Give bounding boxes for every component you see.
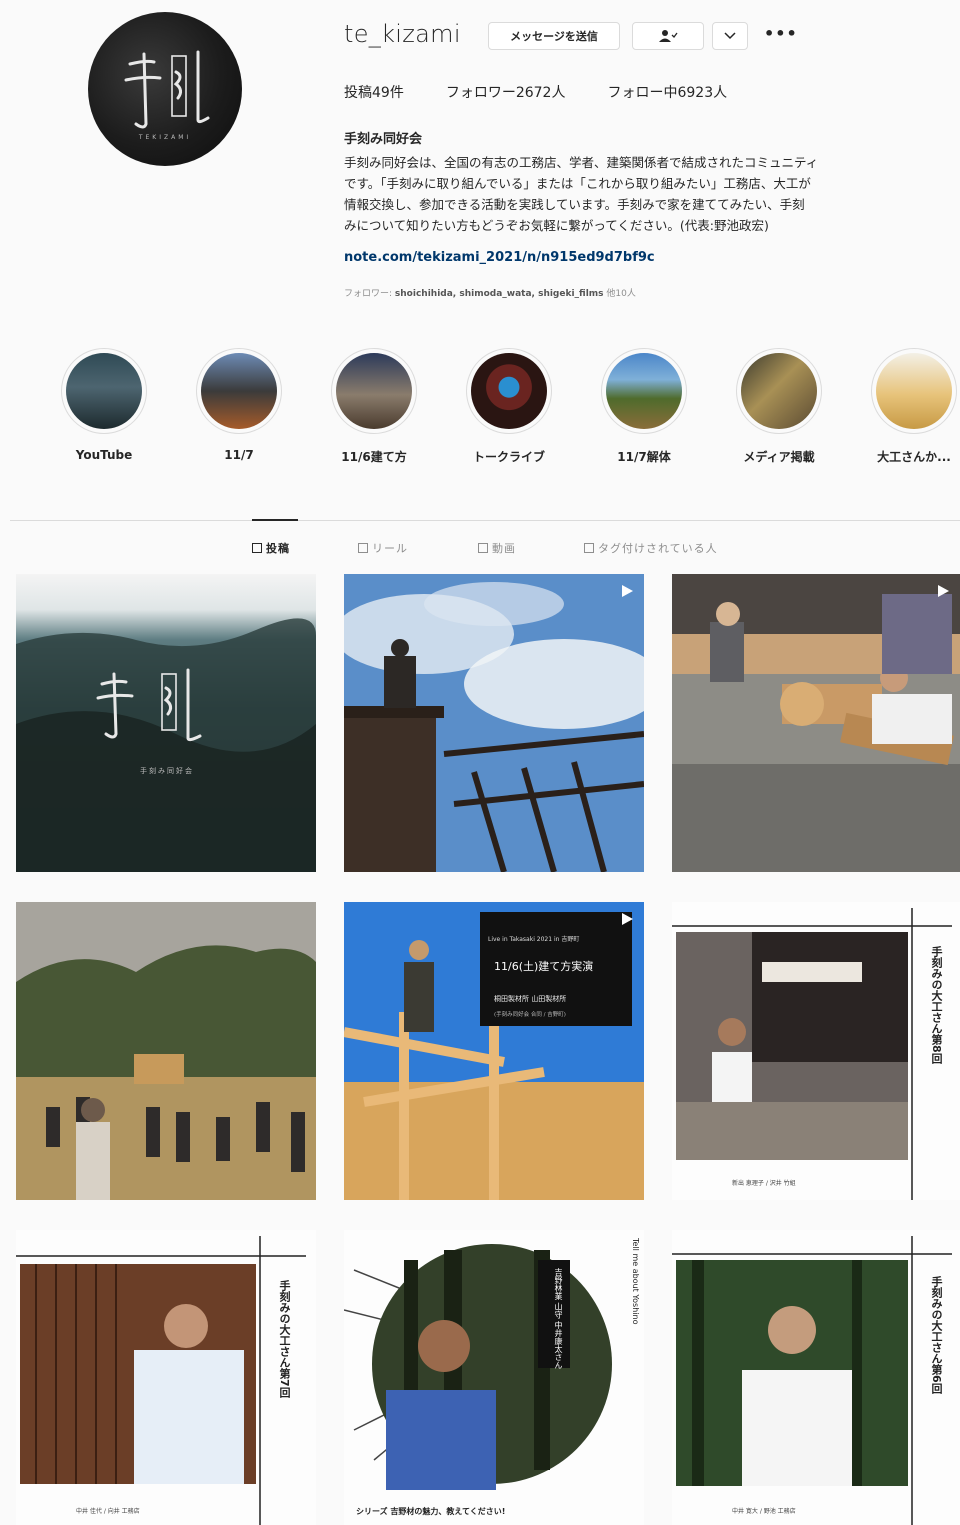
highlight-item[interactable]: YouTube	[56, 348, 152, 462]
forest-footer: シリーズ 吉野材の魅力、教えてください!	[356, 1507, 506, 1516]
tab-label: タグ付けされている人	[598, 542, 718, 555]
series-vertical-title: 手刻みの大工さん第7回	[278, 1280, 291, 1398]
highlight-cover	[201, 353, 277, 429]
reel-icon	[622, 913, 633, 925]
post-tile[interactable]: 手刻み同好会	[16, 574, 316, 872]
active-tab-indicator	[252, 519, 298, 521]
bio-link[interactable]: note.com/tekizami_2021/n/n915ed9d7bf9c	[344, 250, 655, 265]
highlight-item[interactable]: 大工さんか...	[866, 348, 960, 465]
series-footer: 中井 寛大 / 野池 工務店	[732, 1508, 796, 1515]
more-options-icon[interactable]: •••	[764, 24, 798, 43]
avatar-subtitle: TEKIZAMI	[138, 134, 192, 141]
tag-icon	[584, 543, 594, 553]
highlight-label: トークライブ	[472, 450, 545, 464]
suggested-dropdown-button[interactable]	[712, 22, 748, 50]
chevron-down-icon	[724, 32, 736, 40]
event-line3: (手刻み同好会 合同 / 吉野町)	[494, 1012, 566, 1018]
reel-icon	[938, 585, 949, 597]
grid-icon	[252, 543, 262, 553]
highlight-cover	[606, 353, 682, 429]
tab-reels[interactable]: リール	[358, 540, 408, 556]
highlight-label: 大工さんか...	[877, 450, 951, 464]
highlight-item[interactable]: 11/7解体	[596, 348, 692, 465]
following-count[interactable]: フォロー中6923人	[607, 82, 727, 102]
person-check-icon	[659, 30, 678, 42]
post-tile[interactable]	[344, 574, 644, 872]
tab-tagged[interactable]: タグ付けされている人	[584, 540, 718, 556]
highlight-label: YouTube	[75, 448, 133, 462]
tab-videos[interactable]: 動画	[478, 540, 516, 556]
followed-by-prefix: フォロワー:	[344, 289, 393, 299]
tab-label: 投稿	[266, 542, 290, 555]
series-footer: 新出 恵理子 / 沢井 竹組	[732, 1180, 796, 1187]
highlight-cover	[66, 353, 142, 429]
tabs-divider	[10, 520, 960, 521]
highlight-item[interactable]: メディア掲載	[731, 348, 827, 465]
followed-by-suffix: 他10人	[606, 289, 636, 299]
story-highlights: YouTube 11/7 11/6建て方 トークライブ 11/7解体 メディア掲…	[56, 348, 960, 468]
series-vertical-title: 手刻みの大工さん第6回	[930, 1276, 943, 1394]
highlight-label: 11/7解体	[617, 450, 671, 464]
highlight-cover	[876, 353, 952, 429]
forest-side-text: Tell me about Yoshino	[631, 1238, 640, 1325]
highlight-label: メディア掲載	[743, 450, 815, 464]
forest-vertical-title: 吉野林業 山守 中井康太さん	[554, 1268, 563, 1370]
bio-text: 手刻み同好会は、全国の有志の工務店、学者、建築関係者で結成されたコミュニティ で…	[344, 155, 819, 233]
series-footer: 中井 佳代 / 向井 工務店	[76, 1508, 140, 1515]
message-button[interactable]: メッセージを送信	[488, 22, 620, 50]
highlight-item[interactable]: 11/7	[191, 348, 287, 462]
post-tile[interactable]: 手刻みの大工さん第6回 中井 寛大 / 野池 工務店	[672, 1230, 960, 1525]
post-tile[interactable]: 吉野林業 山守 中井康太さん Tell me about Yoshino シリー…	[344, 1230, 644, 1525]
highlight-label: 11/7	[224, 448, 254, 462]
video-icon	[478, 543, 488, 553]
highlight-item[interactable]: トークライブ	[461, 348, 557, 465]
tab-label: 動画	[492, 542, 516, 555]
post-tile[interactable]: 手刻みの大工さん第7回 中井 佳代 / 向井 工務店	[16, 1230, 316, 1525]
post-tile[interactable]: Live in Takasaki 2021 in 吉野町 11/6(土)建て方実…	[344, 902, 644, 1200]
followed-by-names[interactable]: shoichihida, shimoda_wata, shigeki_films	[395, 289, 604, 299]
highlight-cover	[336, 353, 412, 429]
tab-label: リール	[372, 542, 408, 555]
reel-icon	[622, 585, 633, 597]
posts-count: 投稿49件	[344, 85, 404, 101]
bio-name: 手刻み同好会	[344, 132, 423, 147]
profile-avatar[interactable]: TEKIZAMI	[88, 12, 242, 166]
highlight-label: 11/6建て方	[341, 450, 407, 464]
followers-count[interactable]: フォロワー2672人	[446, 82, 566, 102]
post-tile[interactable]	[16, 902, 316, 1200]
profile-stats: 投稿49件 フォロワー2672人 フォロー中6923人	[344, 82, 727, 102]
highlight-cover	[741, 353, 817, 429]
reels-icon	[358, 543, 368, 553]
event-line2: 桐田製材所 山田製材所	[494, 995, 567, 1003]
followed-by[interactable]: フォロワー: shoichihida, shimoda_wata, shigek…	[344, 286, 636, 299]
series-vertical-title: 手刻みの大工さん第8回	[930, 946, 943, 1064]
username: te_kizami	[344, 20, 461, 48]
following-button[interactable]	[632, 22, 704, 50]
post-tile[interactable]	[672, 574, 960, 872]
post-logo-caption: 手刻み同好会	[140, 767, 194, 775]
highlight-item[interactable]: 11/6建て方	[326, 348, 422, 465]
event-small-text: Live in Takasaki 2021 in 吉野町	[488, 936, 580, 943]
event-title: 11/6(土)建て方実演	[494, 960, 594, 973]
highlight-cover	[471, 353, 547, 429]
post-tile[interactable]: 手刻みの大工さん第8回 新出 恵理子 / 沢井 竹組	[672, 902, 960, 1200]
tab-posts[interactable]: 投稿	[252, 540, 290, 556]
